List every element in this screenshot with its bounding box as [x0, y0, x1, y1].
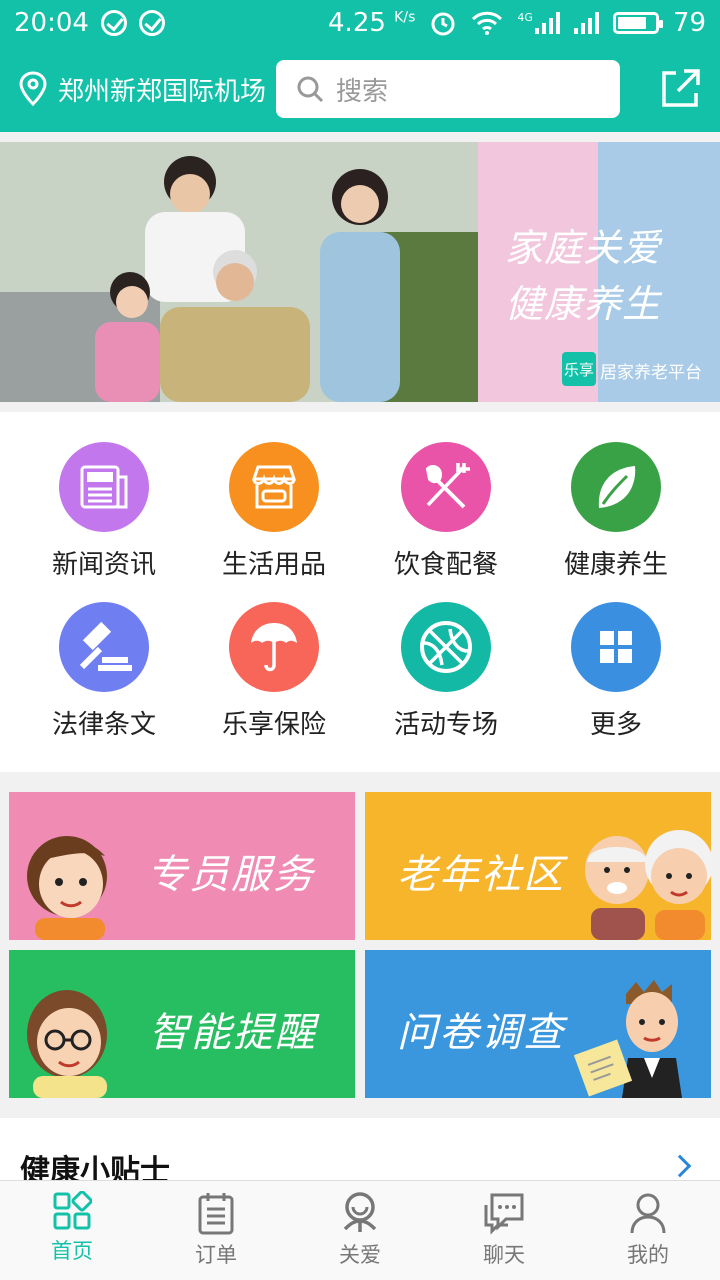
profile-icon — [630, 1193, 666, 1234]
menu-item-health[interactable]: 健康养生 — [531, 442, 701, 581]
tile-smart-reminder[interactable]: 智能提醒 — [9, 950, 355, 1098]
health-tips-section[interactable]: 健康小贴士 — [0, 1118, 720, 1189]
menu-item-catering[interactable]: 饮食配餐 — [361, 442, 531, 581]
menu-label: 饮食配餐 — [393, 550, 498, 580]
order-icon — [198, 1193, 234, 1235]
wifi-icon — [472, 11, 503, 35]
tab-orders[interactable]: 订单 — [144, 1181, 288, 1280]
tile-questionnaire[interactable]: 问卷调查 — [365, 950, 711, 1098]
tile-label: 专员服务 — [147, 852, 315, 898]
tab-care[interactable]: 关爱 — [288, 1181, 432, 1280]
location-pin-icon — [19, 71, 47, 107]
cartoon-man-survey-icon — [573, 980, 682, 1098]
tab-chat[interactable]: 聊天 — [432, 1181, 576, 1280]
tile-label: 智能提醒 — [149, 1010, 317, 1056]
battery-level: 79 — [672, 8, 706, 38]
menu-label: 活动专场 — [393, 710, 498, 740]
brand-logo: 乐享 — [562, 352, 596, 386]
tab-label: 聊天 — [483, 1243, 525, 1267]
menu-label: 健康养生 — [563, 550, 668, 580]
search-placeholder: 搜索 — [336, 76, 389, 107]
menu-item-more[interactable]: 更多 — [531, 602, 701, 741]
menu-label: 生活用品 — [221, 550, 326, 580]
signal-icon — [573, 12, 599, 34]
check-circle-icon — [138, 10, 165, 36]
care-icon — [343, 1192, 377, 1232]
gavel-icon — [59, 602, 149, 692]
signal-4g-icon: 4G — [517, 12, 560, 34]
slogan-line1: 家庭关爱 — [505, 226, 662, 270]
tile-label: 老年社区 — [397, 852, 565, 898]
store-icon — [229, 442, 319, 532]
menu-item-insurance[interactable]: 乐享保险 — [189, 602, 359, 741]
tile-commissioner-service[interactable]: 专员服务 — [9, 792, 355, 940]
promo-banner[interactable]: 家庭关爱 健康养生 乐享 居家养老平台 — [0, 142, 720, 402]
location-selector[interactable]: 郑州新郑国际机场 — [18, 71, 266, 108]
menu-item-activity[interactable]: 活动专场 — [361, 602, 531, 741]
share-icon[interactable] — [658, 67, 702, 111]
menu-item-news[interactable]: 新闻资讯 — [19, 442, 189, 581]
leaf-icon — [571, 442, 661, 532]
tab-label: 我的 — [627, 1243, 669, 1267]
tab-label: 关爱 — [339, 1243, 381, 1267]
menu-label: 乐享保险 — [221, 710, 326, 740]
tab-label: 订单 — [195, 1243, 237, 1267]
feature-grid: 新闻资讯 生活用品 饮食配餐 健康养生 法律条文 乐享保险 活动专场 更多 — [0, 412, 720, 772]
battery-icon — [612, 12, 663, 34]
home-icon — [53, 1191, 92, 1230]
tab-label: 首页 — [51, 1239, 93, 1263]
search-icon — [297, 76, 324, 103]
menu-label: 新闻资讯 — [51, 550, 156, 580]
alarm-icon — [431, 12, 455, 36]
tab-home[interactable]: 首页 — [0, 1181, 144, 1280]
cartoon-grandpa-icon — [27, 990, 107, 1098]
status-time: 20:04 — [14, 8, 89, 38]
elderly-couple-icon — [585, 830, 711, 940]
fork-spoon-icon — [401, 442, 491, 532]
net-speed: 4.25 K/s — [328, 8, 416, 38]
banner-slogan: 家庭关爱 健康养生 — [505, 220, 661, 332]
search-input[interactable]: 搜索 — [276, 60, 621, 118]
cartoon-girl-icon — [27, 836, 107, 940]
chevron-right-icon[interactable] — [668, 1154, 692, 1178]
menu-label: 更多 — [589, 710, 642, 740]
tile-label: 问卷调查 — [397, 1010, 565, 1056]
grid-icon — [571, 602, 661, 692]
bottom-tab-bar: 首页 订单 关爱 聊天 我的 — [0, 1180, 720, 1280]
umbrella-icon — [229, 602, 319, 692]
tab-profile[interactable]: 我的 — [576, 1181, 720, 1280]
menu-item-law[interactable]: 法律条文 — [19, 602, 189, 741]
family-photo — [0, 142, 478, 402]
chat-icon — [484, 1193, 524, 1235]
status-bar: 20:04 4.25 K/s 4G 79 — [0, 0, 720, 46]
check-circle-icon — [100, 10, 127, 36]
brand-tagline: 居家养老平台 — [600, 363, 702, 383]
ball-icon — [401, 602, 491, 692]
location-label: 郑州新郑国际机场 — [58, 76, 267, 107]
menu-label: 法律条文 — [51, 710, 156, 740]
news-icon — [59, 442, 149, 532]
slogan-line2: 健康养生 — [505, 282, 662, 326]
top-header: 郑州新郑国际机场 搜索 — [0, 46, 720, 132]
menu-item-goods[interactable]: 生活用品 — [189, 442, 359, 581]
tile-senior-community[interactable]: 老年社区 — [365, 792, 711, 940]
